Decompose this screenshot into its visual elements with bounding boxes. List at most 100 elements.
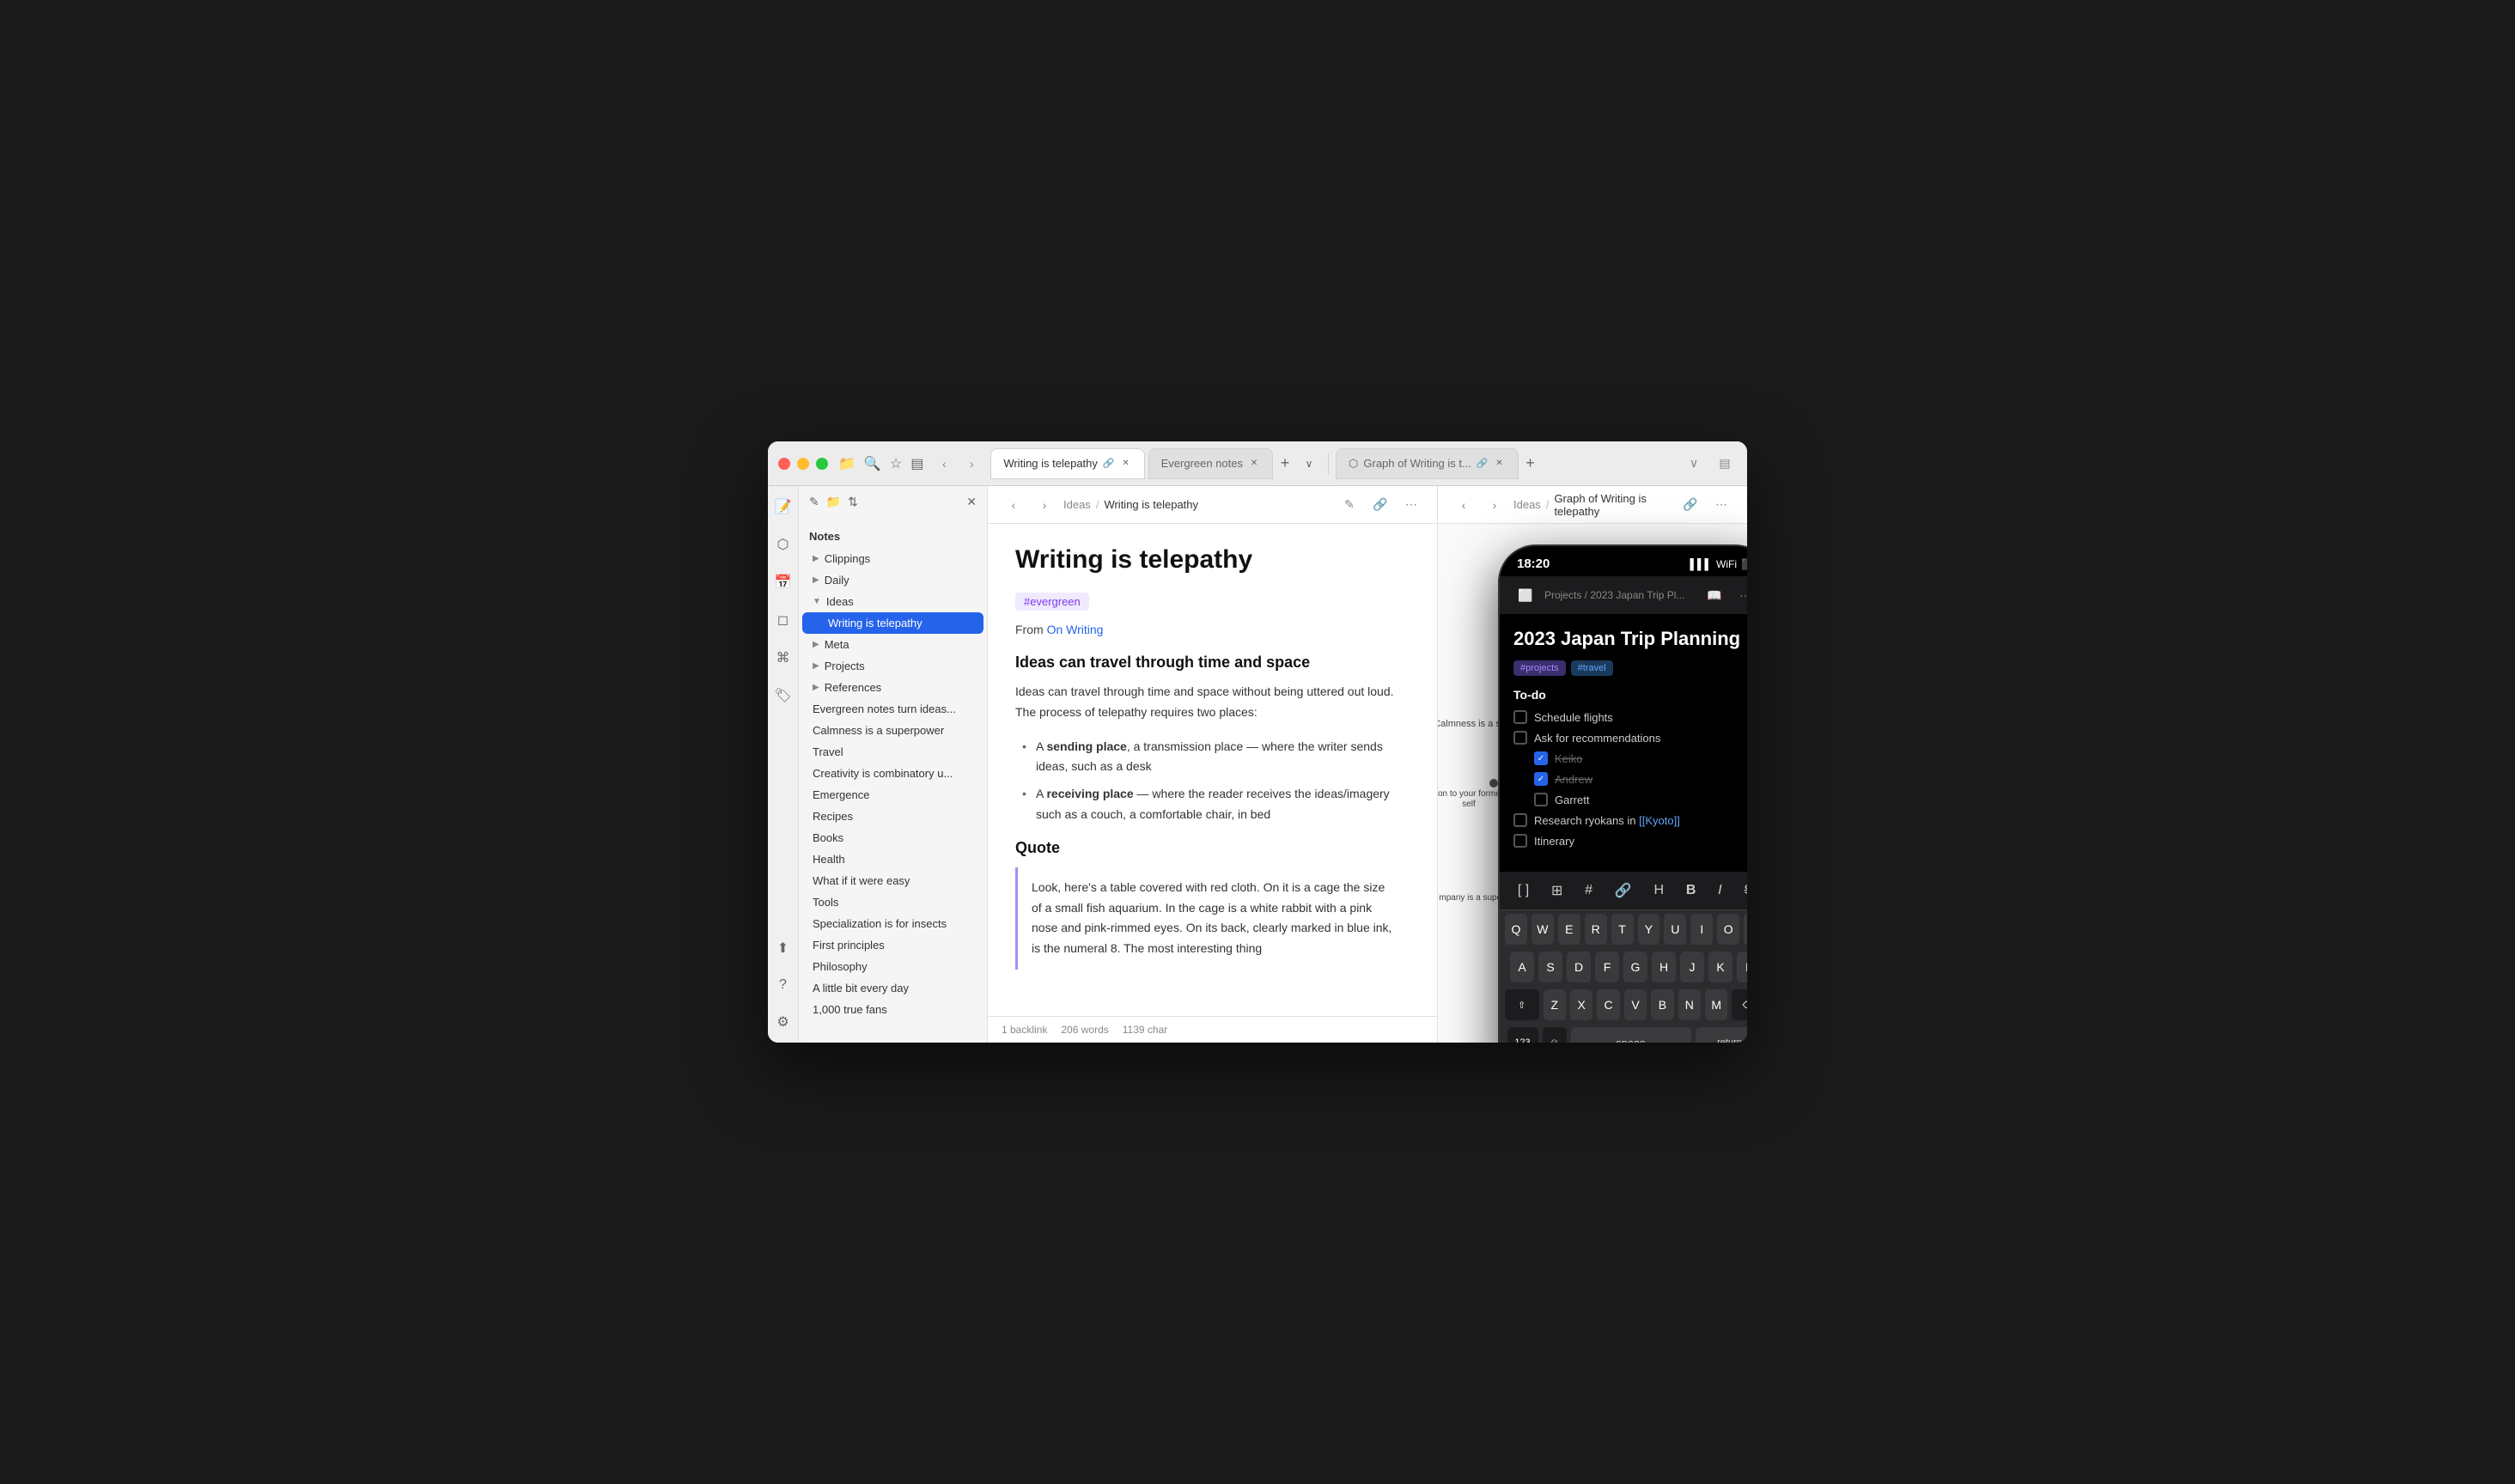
phone-checkbox-4[interactable] [1534, 772, 1548, 786]
key-y[interactable]: Y [1638, 914, 1660, 945]
kb-link-icon[interactable]: 🔗 [1611, 879, 1635, 903]
sidebar-item-books[interactable]: Books [802, 827, 983, 848]
tab-close-3[interactable]: ✕ [1494, 458, 1506, 470]
new-folder-icon[interactable]: 📁 [826, 495, 841, 509]
graph-view-icon[interactable]: ⬡ [774, 532, 793, 556]
kb-table-icon[interactable]: ⊞ [1548, 879, 1566, 903]
minimize-button[interactable] [797, 458, 809, 470]
help-icon[interactable]: ? [776, 974, 790, 996]
breadcrumb-parent[interactable]: Ideas [1063, 498, 1091, 511]
phone-checkbox-6[interactable] [1513, 813, 1527, 827]
key-f[interactable]: F [1595, 952, 1619, 982]
key-j[interactable]: J [1680, 952, 1704, 982]
sidebar-item-what-if[interactable]: What if it were easy [802, 870, 983, 891]
tab-dropdown[interactable]: ∨ [1297, 452, 1321, 476]
graph-link-icon[interactable]: 🔗 [1678, 493, 1702, 517]
note-forward-button[interactable]: › [1032, 493, 1057, 517]
sidebar-item-meta[interactable]: ▶ Meta [802, 634, 983, 655]
kb-bracket-icon[interactable]: [ ] [1514, 879, 1532, 902]
sidebar-item-clippings[interactable]: ▶ Clippings [802, 548, 983, 569]
calendar-icon[interactable]: 📅 [771, 570, 795, 594]
key-b[interactable]: B [1651, 989, 1673, 1020]
sidebar-item-emergence[interactable]: Emergence [802, 784, 983, 806]
edit-icon[interactable]: ✎ [1337, 493, 1361, 517]
key-p[interactable]: P [1744, 914, 1747, 945]
key-x[interactable]: X [1570, 989, 1592, 1020]
key-d[interactable]: D [1567, 952, 1591, 982]
sidebar-item-first-principles[interactable]: First principles [802, 934, 983, 956]
sidebar-toggle-icon[interactable]: ▤ [910, 455, 923, 472]
phone-tag-travel[interactable]: #travel [1571, 660, 1613, 676]
tab-close-2[interactable]: ✕ [1248, 458, 1260, 470]
sidebar-item-creativity[interactable]: Creativity is combinatory u... [802, 763, 983, 784]
tab-evergreen-notes[interactable]: Evergreen notes ✕ [1148, 448, 1273, 479]
tab-graph[interactable]: ⬡ Graph of Writing is t... 🔗 ✕ [1336, 448, 1519, 479]
kb-bold-icon[interactable]: B [1683, 879, 1700, 902]
tab-writing-is-telepathy[interactable]: Writing is telepathy 🔗 ✕ [990, 448, 1144, 479]
graph-more-icon[interactable]: ⋯ [1709, 493, 1733, 517]
key-g[interactable]: G [1623, 952, 1647, 982]
maximize-button[interactable] [816, 458, 828, 470]
back-button[interactable]: ‹ [932, 452, 956, 476]
sidebar-right-toggle[interactable]: ▤ [1713, 452, 1737, 476]
graph-back-button[interactable]: ‹ [1452, 493, 1476, 517]
key-e[interactable]: E [1558, 914, 1580, 945]
key-emoji[interactable]: ☺ [1543, 1027, 1567, 1043]
phone-sidebar-icon[interactable]: ⬜ [1513, 583, 1538, 607]
key-w[interactable]: W [1532, 914, 1554, 945]
note-back-button[interactable]: ‹ [1002, 493, 1026, 517]
sidebar-item-recipes[interactable]: Recipes [802, 806, 983, 827]
sidebar-item-writing-telepathy[interactable]: Writing is telepathy [802, 612, 983, 634]
tags-icon[interactable]: 🏷 [770, 684, 795, 708]
sidebar-item-evergreen[interactable]: Evergreen notes turn ideas... [802, 698, 983, 720]
key-r[interactable]: R [1585, 914, 1607, 945]
key-return[interactable]: return [1696, 1027, 1748, 1043]
new-tab-2-button[interactable]: + [1519, 452, 1543, 476]
sidebar-item-1000-fans[interactable]: 1,000 true fans [802, 999, 983, 1020]
key-s[interactable]: S [1538, 952, 1562, 982]
key-o[interactable]: O [1717, 914, 1739, 945]
new-note-icon[interactable]: ✎ [809, 495, 819, 509]
sidebar-item-daily[interactable]: ▶ Daily [802, 569, 983, 591]
key-a[interactable]: A [1510, 952, 1534, 982]
search-icon[interactable]: 🔍 [864, 455, 881, 472]
sidebar-close-icon[interactable]: ✕ [966, 495, 977, 509]
notes-icon[interactable]: 📝 [771, 495, 795, 519]
backlinks-count[interactable]: 1 backlink [1002, 1024, 1047, 1036]
key-h[interactable]: H [1652, 952, 1676, 982]
sidebar-item-little-bit[interactable]: A little bit every day [802, 977, 983, 999]
graph-forward-button[interactable]: › [1483, 493, 1507, 517]
note-tag[interactable]: #evergreen [1015, 593, 1089, 611]
key-t[interactable]: T [1611, 914, 1634, 945]
close-button[interactable] [778, 458, 790, 470]
key-space[interactable]: space [1571, 1027, 1691, 1043]
key-numbers[interactable]: 123 [1507, 1027, 1538, 1043]
forward-button[interactable]: › [959, 452, 983, 476]
phone-tag-projects[interactable]: #projects [1513, 660, 1566, 676]
sort-icon[interactable]: ⇅ [848, 495, 858, 509]
tab-close-1[interactable]: ✕ [1120, 458, 1132, 470]
pages-icon[interactable]: ◻ [774, 608, 792, 632]
sidebar-item-tools[interactable]: Tools [802, 891, 983, 913]
sidebar-item-references[interactable]: ▶ References [802, 677, 983, 698]
folder-icon[interactable]: 📁 [838, 455, 856, 472]
phone-book-icon[interactable]: 📖 [1702, 583, 1726, 607]
key-m[interactable]: M [1705, 989, 1727, 1020]
kb-italic-icon[interactable]: I [1714, 879, 1725, 902]
settings-icon[interactable]: ⚙ [773, 1010, 792, 1034]
sidebar-item-ideas[interactable]: ▼ Ideas [802, 591, 983, 612]
sidebar-item-health[interactable]: Health [802, 848, 983, 870]
key-c[interactable]: C [1597, 989, 1619, 1020]
phone-checkbox-2[interactable] [1513, 731, 1527, 745]
sidebar-item-projects[interactable]: ▶ Projects [802, 655, 983, 677]
kb-strikethrough-icon[interactable]: S [1740, 879, 1747, 902]
sidebar-item-philosophy[interactable]: Philosophy [802, 956, 983, 977]
key-v[interactable]: V [1624, 989, 1647, 1020]
sidebar-item-specialization[interactable]: Specialization is for insects [802, 913, 983, 934]
key-backspace[interactable]: ⌫ [1732, 989, 1747, 1020]
command-icon[interactable]: ⌘ [773, 646, 794, 670]
phone-checkbox-1[interactable] [1513, 710, 1527, 724]
star-icon[interactable]: ☆ [890, 455, 902, 472]
publish-icon[interactable]: ⬆ [774, 936, 792, 960]
key-i[interactable]: I [1690, 914, 1713, 945]
